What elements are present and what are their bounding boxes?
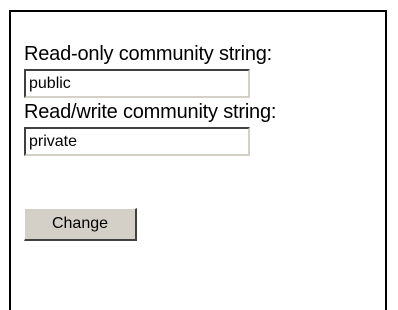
read-only-community-input[interactable]: [24, 69, 250, 98]
community-form: Read-only community string: Read/write c…: [24, 42, 276, 158]
read-only-community-label: Read-only community string:: [24, 43, 273, 65]
snmp-settings-panel: Read-only community string: Read/write c…: [9, 10, 387, 310]
read-write-community-input[interactable]: [24, 127, 250, 156]
change-button[interactable]: Change: [24, 208, 137, 241]
read-write-community-label: Read/write community string:: [24, 101, 277, 123]
